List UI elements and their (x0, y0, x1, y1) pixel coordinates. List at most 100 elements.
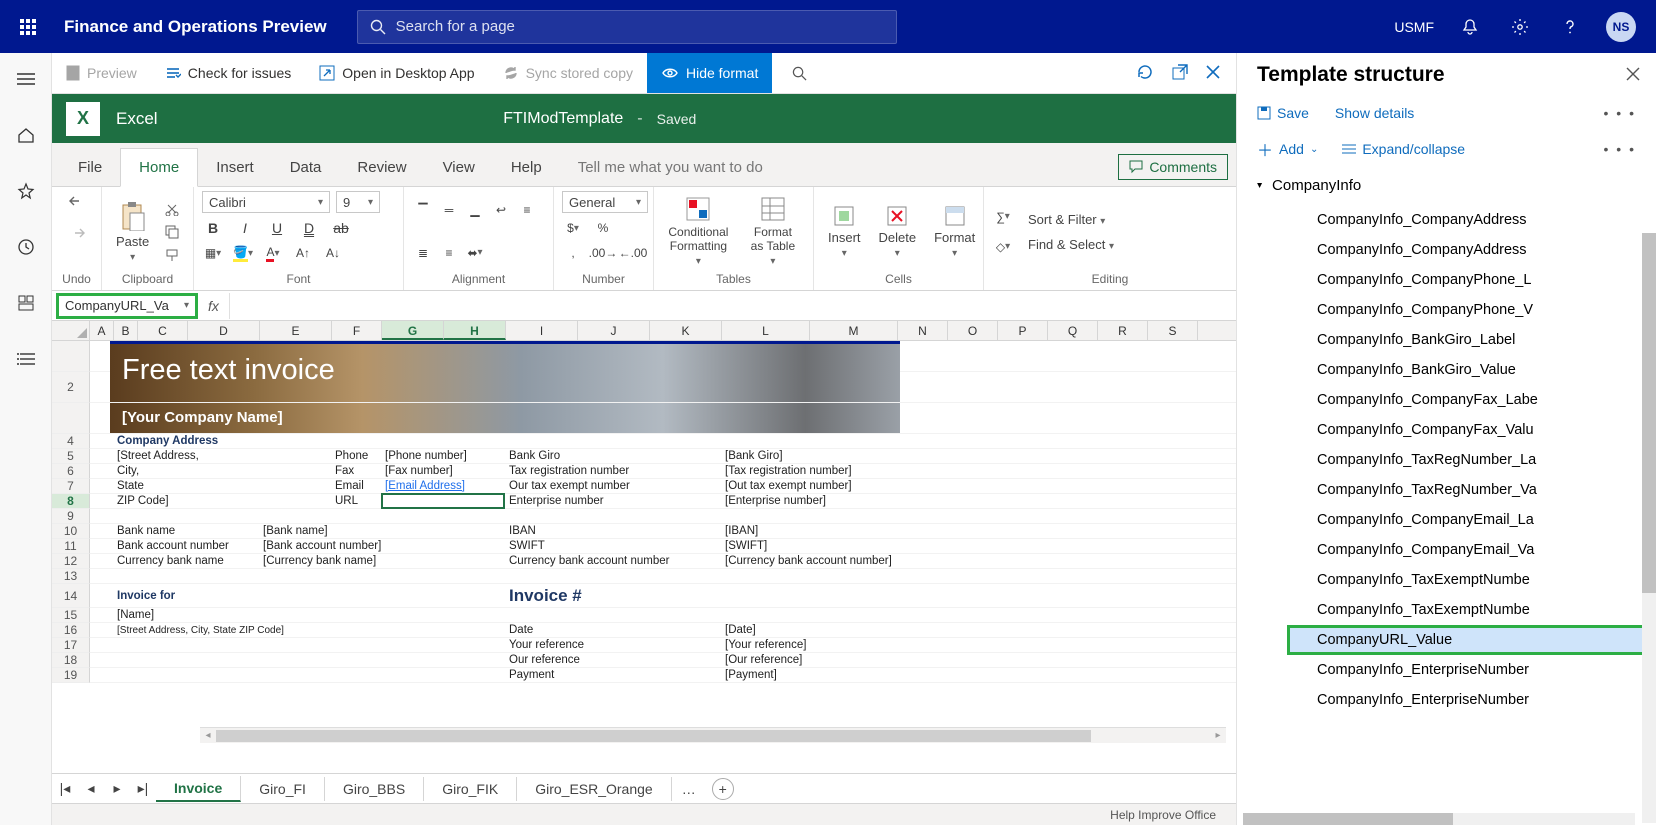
cell[interactable]: [Street Address, City, State ZIP Code] (114, 623, 284, 637)
sheet-nav[interactable]: |◂ (52, 780, 78, 797)
column-header[interactable]: B (114, 321, 138, 340)
horizontal-scrollbar[interactable]: ◂▸ (200, 727, 1226, 743)
format-painter-icon[interactable] (161, 245, 183, 265)
conditional-formatting-button[interactable]: Conditional Formatting▾ (662, 194, 735, 269)
cut-icon[interactable] (161, 199, 183, 219)
tree-item[interactable]: CompanyInfo_CompanyEmail_Va (1287, 535, 1652, 565)
tree-item[interactable]: CompanyInfo_EnterpriseNumber (1287, 655, 1652, 685)
tree-root[interactable]: ▸CompanyInfo (1257, 171, 1361, 200)
cell[interactable]: City, (114, 464, 139, 478)
align-bottom-icon[interactable]: ▁ (464, 200, 486, 220)
tab-review[interactable]: Review (339, 149, 424, 186)
wrap-text-icon[interactable]: ↩ (490, 200, 512, 220)
grid[interactable]: ABCDEFGHIJKLMNOPQRS Free text invoice[Yo… (52, 321, 1236, 773)
show-details-link[interactable]: Show details (1335, 105, 1414, 121)
cell[interactable]: Invoice for (114, 584, 175, 607)
cell[interactable]: [Bank name] (260, 524, 328, 538)
sheet-tab[interactable]: Giro_FI (241, 777, 325, 801)
cell[interactable]: [Street Address, (114, 449, 199, 463)
app-launcher-icon[interactable] (8, 7, 48, 47)
cell[interactable]: Payment (506, 668, 554, 682)
tab-file[interactable]: File (60, 149, 120, 186)
font-size-select[interactable]: 9▾ (336, 191, 380, 213)
close-icon[interactable] (1206, 65, 1220, 82)
column-header[interactable]: Q (1048, 321, 1098, 340)
column-header[interactable]: R (1098, 321, 1148, 340)
refresh-icon[interactable] (1136, 63, 1154, 84)
fx-icon[interactable]: fx (198, 298, 229, 314)
panel-hscroll[interactable] (1243, 813, 1635, 825)
row-header[interactable]: 15 (52, 608, 90, 623)
cell[interactable]: Tax registration number (506, 464, 629, 478)
border-button[interactable]: ▦▾ (202, 243, 224, 263)
row-header[interactable]: 19 (52, 668, 90, 683)
column-header[interactable]: D (188, 321, 260, 340)
row-header[interactable]: 7 (52, 479, 90, 494)
cell[interactable]: [Fax number] (382, 464, 453, 478)
cell[interactable]: Date (506, 623, 533, 637)
hamburger-icon[interactable] (10, 63, 42, 95)
column-header[interactable]: M (810, 321, 898, 340)
cell[interactable]: Our tax exempt number (506, 479, 630, 493)
close-panel-icon[interactable] (1626, 67, 1640, 84)
cell[interactable]: Phone (332, 449, 368, 463)
sheet-tab[interactable]: Invoice (156, 776, 241, 802)
bold-button[interactable]: B (202, 218, 224, 238)
number-format-select[interactable]: General▾ (562, 191, 648, 213)
cell[interactable]: ZIP Code] (114, 494, 169, 508)
sheet-tab[interactable]: Giro_BBS (325, 777, 424, 801)
cmd-search[interactable] (772, 53, 942, 93)
cell[interactable]: [Payment] (722, 668, 777, 682)
help-improve-link[interactable]: Help Improve Office (1110, 808, 1216, 822)
column-header[interactable]: E (260, 321, 332, 340)
cell[interactable]: Invoice # (506, 584, 582, 607)
row-header[interactable]: 4 (52, 434, 90, 449)
font-color-button[interactable]: A▾ (262, 243, 284, 263)
tree-item[interactable]: CompanyInfo_CompanyAddress (1287, 205, 1652, 235)
comma-icon[interactable]: , (562, 243, 584, 263)
add-sheet-button[interactable]: + (712, 778, 734, 800)
excel-doc-name[interactable]: FTIModTemplate (503, 110, 623, 128)
paste-button[interactable]: Paste ▾ (110, 199, 155, 265)
global-search[interactable] (357, 10, 897, 44)
comments-button[interactable]: Comments (1118, 154, 1228, 180)
cell[interactable]: [Name] (114, 608, 154, 622)
sheet-nav[interactable]: ▸ (104, 780, 130, 797)
column-header[interactable]: H (444, 321, 506, 340)
sheet-nav[interactable]: ▸| (130, 780, 156, 797)
cell[interactable]: [IBAN] (722, 524, 758, 538)
align-left-icon[interactable]: ≡ (516, 200, 538, 220)
find-select-button[interactable]: Find & Select ▾ (1028, 237, 1114, 252)
format-cells-button[interactable]: Format▾ (928, 203, 981, 261)
row-header[interactable]: 13 (52, 569, 90, 584)
row-header[interactable]: 10 (52, 524, 90, 539)
cell[interactable]: Currency bank name (114, 554, 224, 568)
hide-format-button[interactable]: Hide format (647, 53, 772, 93)
help-icon[interactable] (1556, 13, 1584, 41)
currency-icon[interactable]: $▾ (562, 218, 584, 238)
tab-insert[interactable]: Insert (198, 149, 272, 186)
tree-item[interactable]: CompanyInfo_CompanyPhone_V (1287, 295, 1652, 325)
row-header[interactable]: 17 (52, 638, 90, 653)
grow-font-button[interactable]: A↑ (292, 243, 314, 263)
column-header[interactable]: L (722, 321, 810, 340)
open-desktop-button[interactable]: Open in Desktop App (305, 53, 488, 93)
favorites-icon[interactable] (10, 175, 42, 207)
cell[interactable]: [Enterprise number] (722, 494, 826, 508)
workspaces-icon[interactable] (10, 287, 42, 319)
add-link[interactable]: ＋Add ⌄ (1257, 137, 1318, 161)
tab-home[interactable]: Home (120, 148, 198, 187)
clear-icon[interactable]: ◇▾ (992, 237, 1014, 257)
popout-icon[interactable] (1172, 64, 1188, 83)
align-top-icon[interactable]: ▔ (412, 200, 434, 220)
save-link[interactable]: Save (1257, 105, 1309, 121)
cell[interactable]: URL (332, 494, 358, 508)
copy-icon[interactable] (161, 222, 183, 242)
tree-item[interactable]: CompanyInfo_BankGiro_Label (1287, 325, 1652, 355)
row-header[interactable]: 5 (52, 449, 90, 464)
row-header[interactable]: 11 (52, 539, 90, 554)
autosum-icon[interactable]: ∑▾ (992, 207, 1014, 227)
cell[interactable]: Our reference (506, 653, 580, 667)
row-header[interactable] (52, 403, 90, 434)
more-actions-2[interactable]: • • • (1604, 141, 1636, 157)
